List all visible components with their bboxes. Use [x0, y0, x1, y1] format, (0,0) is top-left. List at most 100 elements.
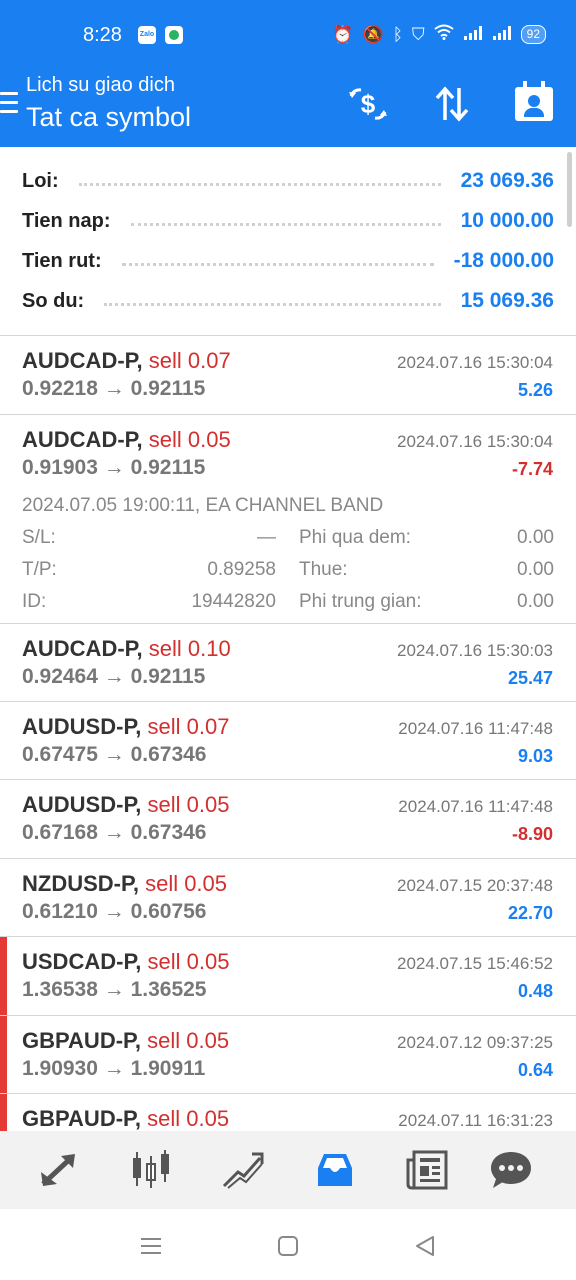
- detail-value: —: [257, 527, 276, 548]
- trade-icon[interactable]: [218, 1145, 268, 1195]
- trade-type: sell 0.05: [147, 1028, 230, 1053]
- dotted-leader: [130, 222, 441, 226]
- dotted-leader: [78, 182, 441, 186]
- trade-symbol: AUDUSD-P,: [22, 714, 142, 739]
- trade-profit: 0.64: [517, 1060, 553, 1080]
- header-title[interactable]: Tat ca symbol: [26, 102, 191, 133]
- menu-icon[interactable]: [0, 92, 18, 114]
- trade-row[interactable]: AUDUSD-P, sell 0.05 0.67168 → 0.67346 20…: [0, 780, 576, 859]
- detail-value: 19442820: [191, 591, 276, 612]
- summary-label: Tien nap:: [22, 209, 111, 232]
- quotes-icon[interactable]: [34, 1145, 84, 1195]
- trade-prices: 0.67168 → 0.67346: [22, 821, 207, 844]
- trade-type: sell 0.05: [147, 949, 230, 974]
- trade-symbol: GBPAUD-P,: [22, 1028, 141, 1053]
- trade-comment: 2024.07.05 19:00:11, EA CHANNEL BAND: [22, 495, 384, 516]
- vpn-shield-icon: ⛉: [411, 24, 425, 44]
- trade-symbol: NZDUSD-P,: [22, 871, 139, 896]
- trade-prices: 0.61210 → 0.60756: [22, 900, 207, 923]
- trade-symbol: USDCAD-P,: [22, 949, 142, 974]
- trade-symbol: GBPAUD-P,: [22, 1106, 141, 1131]
- detail-label: ID:: [22, 591, 47, 612]
- trade-profit: -7.74: [511, 459, 553, 479]
- trade-row[interactable]: AUDCAD-P, sell 0.07 0.92218 → 0.92115 20…: [0, 336, 576, 415]
- trade-symbol: AUDCAD-P,: [22, 636, 143, 661]
- trade-row[interactable]: USDCAD-P, sell 0.05 1.36538 → 1.36525 20…: [0, 937, 576, 1016]
- detail-value: 0.00: [517, 527, 554, 548]
- dotted-leader: [104, 302, 441, 306]
- trade-prices: 0.91903 → 0.92115: [22, 456, 206, 479]
- trade-type: sell 0.05: [148, 427, 231, 452]
- position-marker: [0, 1016, 7, 1093]
- detail-row: ID: 19442820 Phi trung gian: 0.00: [22, 591, 554, 621]
- trade-datetime: 2024.07.16 11:47:48: [398, 719, 553, 738]
- sort-icon[interactable]: [430, 82, 474, 126]
- trade-profit: 9.03: [517, 746, 553, 766]
- summary-value: 15 069.36: [460, 289, 554, 312]
- chart-icon[interactable]: [126, 1145, 176, 1195]
- detail-label: T/P:: [22, 559, 57, 580]
- summary-label: So du:: [22, 289, 85, 312]
- position-marker: [0, 937, 7, 1015]
- summary-row-deposit: Tien nap: 10 000.00: [22, 201, 554, 241]
- system-nav-bar: [0, 1209, 576, 1280]
- trade-row[interactable]: NZDUSD-P, sell 0.05 0.61210 → 0.60756 20…: [0, 859, 576, 937]
- trade-datetime: 2024.07.15 15:46:52: [397, 954, 553, 973]
- zalo-icon: Zalo: [138, 26, 156, 44]
- trade-datetime: 2024.07.16 15:30:04: [397, 353, 553, 372]
- home-icon[interactable]: [273, 1231, 303, 1261]
- trade-profit: 22.70: [507, 903, 553, 923]
- trade-row[interactable]: AUDUSD-P, sell 0.07 0.67475 → 0.67346 20…: [0, 702, 576, 780]
- detail-label: Phi trung gian:: [299, 591, 422, 612]
- mute-icon: 🔕: [362, 24, 384, 44]
- trade-prices: 1.36538 → 1.36525: [22, 978, 207, 1001]
- calendar-icon[interactable]: [512, 81, 556, 126]
- trade-datetime: 2024.07.15 20:37:48: [397, 876, 553, 895]
- trade-row[interactable]: AUDCAD-P, sell 0.10 0.92464 → 0.92115 20…: [0, 624, 576, 702]
- trade-datetime: 2024.07.16 15:30:04: [397, 432, 553, 451]
- trade-datetime: 2024.07.16 11:47:48: [398, 797, 553, 816]
- summary-value: 23 069.36: [460, 169, 554, 192]
- app-notification-icon: [165, 26, 183, 44]
- trade-type: sell 0.05: [145, 871, 228, 896]
- trade-row-expanded[interactable]: AUDCAD-P, sell 0.05 0.91903 → 0.92115 20…: [0, 415, 576, 624]
- trade-history-list[interactable]: AUDCAD-P, sell 0.07 0.92218 → 0.92115 20…: [0, 336, 576, 1131]
- detail-label: Thue:: [299, 559, 348, 580]
- news-icon[interactable]: [402, 1145, 452, 1195]
- summary-row-balance: So du: 15 069.36: [22, 281, 554, 321]
- trade-datetime: 2024.07.16 15:30:03: [397, 641, 553, 660]
- trade-type: sell 0.05: [147, 1106, 230, 1131]
- alarm-icon: ⏰: [332, 24, 354, 44]
- signal-icon: [463, 25, 483, 45]
- recent-apps-icon[interactable]: [136, 1231, 166, 1261]
- svg-text:$: $: [361, 89, 376, 119]
- detail-value: 0.89258: [207, 559, 276, 580]
- trade-type: sell 0.07: [147, 714, 230, 739]
- detail-label: Phi qua dem:: [299, 527, 411, 548]
- bottom-nav: [0, 1131, 576, 1209]
- status-bar: 8:28 Zalo ⏰ 🔕 ᛒ ⛉ 92: [0, 0, 576, 70]
- detail-row: T/P: 0.89258 Thue: 0.00: [22, 559, 554, 589]
- trade-symbol: AUDUSD-P,: [22, 792, 142, 817]
- back-icon[interactable]: [410, 1231, 440, 1261]
- trade-row[interactable]: GBPAUD-P, sell 0.05 2024.07.11 16:31:23: [0, 1094, 576, 1131]
- chat-icon[interactable]: [486, 1145, 536, 1195]
- history-icon[interactable]: [310, 1145, 360, 1195]
- trade-type: sell 0.10: [148, 636, 231, 661]
- trade-profit: 0.48: [517, 981, 553, 1001]
- trade-profit: 5.26: [517, 380, 553, 400]
- detail-value: 0.00: [517, 559, 554, 580]
- signal-icon: [492, 25, 512, 45]
- summary-panel: Loi: 23 069.36 Tien nap: 10 000.00 Tien …: [0, 147, 576, 336]
- trade-type: sell 0.07: [148, 348, 231, 373]
- trade-prices: 0.92464 → 0.92115: [22, 665, 206, 688]
- scrollbar[interactable]: [567, 152, 572, 227]
- trade-prices: 1.90930 → 1.90911: [22, 1057, 206, 1080]
- status-icons: ⏰ 🔕 ᛒ ⛉ 92: [332, 24, 546, 45]
- trade-symbol: AUDCAD-P,: [22, 348, 143, 373]
- bluetooth-icon: ᛒ: [392, 24, 403, 44]
- summary-value: 10 000.00: [460, 209, 554, 232]
- dollar-exchange-icon[interactable]: $: [346, 82, 390, 126]
- trade-type: sell 0.05: [147, 792, 230, 817]
- trade-row[interactable]: GBPAUD-P, sell 0.05 1.90930 → 1.90911 20…: [0, 1016, 576, 1094]
